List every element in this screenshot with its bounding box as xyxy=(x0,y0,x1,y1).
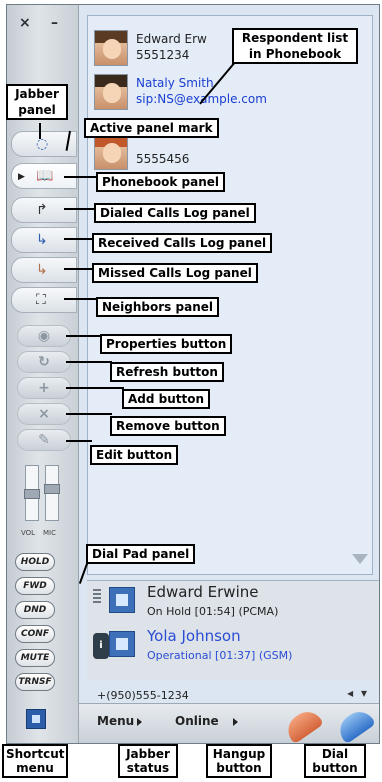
contact-name: Nataly Smith xyxy=(136,76,214,90)
scroll-down-icon[interactable] xyxy=(352,554,368,564)
mic-label: MIC xyxy=(43,529,56,537)
edit-button[interactable]: ✎ xyxy=(17,429,71,451)
phonebook-icon: 📖 xyxy=(36,168,54,184)
respondent-list: Edward Erw 5551234 Nataly Smith sip:NS@e… xyxy=(87,15,373,575)
call-name: Yola Johnson xyxy=(147,627,241,645)
dial-nav-icons[interactable]: ◂ ▾ xyxy=(347,686,369,700)
mic-slider[interactable] xyxy=(44,465,60,521)
callout-received-calls: Received Calls Log panel xyxy=(92,233,273,253)
minimize-icon[interactable]: – xyxy=(51,15,58,31)
callout-neighbors: Neighbors panel xyxy=(96,297,219,317)
transfer-button[interactable]: TRNSF xyxy=(15,673,55,691)
callout-dial: Dial button xyxy=(304,744,366,778)
bottom-bar: Menu Online xyxy=(79,703,379,745)
callout-edit: Edit button xyxy=(90,445,179,465)
avatar xyxy=(94,134,128,170)
tab-dialed-calls[interactable]: ↱ xyxy=(11,197,77,223)
volume-slider-knob[interactable] xyxy=(24,489,40,499)
callout-add: Add button xyxy=(122,389,211,409)
call-name: Edward Erwine xyxy=(147,583,259,601)
forward-button[interactable]: FWD xyxy=(15,577,55,595)
call-item[interactable]: Edward Erwine On Hold [01:54] (PCMA) xyxy=(109,583,369,627)
volume-slider[interactable] xyxy=(24,465,40,521)
contact-number: 5555456 xyxy=(136,152,190,166)
properties-button[interactable]: ◉ xyxy=(17,325,71,347)
hangup-button[interactable] xyxy=(281,705,325,745)
callout-missed-calls: Missed Calls Log panel xyxy=(92,263,258,283)
add-button[interactable]: + xyxy=(17,377,71,399)
dial-number-field[interactable]: +(950)555-1234 xyxy=(97,689,189,702)
dnd-button[interactable]: DND xyxy=(15,601,55,619)
hold-button[interactable]: HOLD xyxy=(15,553,55,571)
jabber-icon: ◌ xyxy=(36,136,49,152)
status-arrow-icon xyxy=(233,718,238,726)
callout-jabber-panel: Jabber panel xyxy=(6,84,68,120)
contact-number: 5551234 xyxy=(136,48,190,62)
call-status: On Hold [01:54] (PCMA) xyxy=(147,605,279,618)
neighbors-icon: ⛶ xyxy=(36,292,46,308)
dial-button[interactable] xyxy=(333,705,377,745)
list-item[interactable]: Nataly Smith sip:NS@example.com xyxy=(94,74,364,114)
avatar xyxy=(94,30,128,66)
call-item[interactable]: Yola Johnson Operational [01:37] (GSM) xyxy=(109,627,369,671)
shortcut-menu-icon[interactable] xyxy=(26,709,46,729)
dialed-calls-icon: ↱ xyxy=(36,202,48,218)
callout-jabber-status: Jabber status xyxy=(118,744,178,778)
callout-active-panel-mark: Active panel mark xyxy=(84,118,219,138)
list-item[interactable]: 5555456 xyxy=(94,134,364,174)
callout-properties: Properties button xyxy=(100,334,233,354)
mic-slider-knob[interactable] xyxy=(44,484,60,494)
tab-received-calls[interactable]: ↳ xyxy=(11,227,77,253)
mute-button[interactable]: MUTE xyxy=(15,649,55,667)
call-status: Operational [01:37] (GSM) xyxy=(147,649,293,662)
avatar xyxy=(94,74,128,110)
info-tab[interactable]: i xyxy=(93,633,109,659)
callout-dialed-calls: Dialed Calls Log panel xyxy=(94,203,256,223)
dial-icon xyxy=(333,705,377,745)
menu-button[interactable]: Menu xyxy=(97,714,134,728)
dial-pad-handle-icon[interactable] xyxy=(93,589,101,605)
active-panel-marker-icon: ▶ xyxy=(18,172,25,182)
callout-respondent-list: Respondent list in Phonebook xyxy=(232,28,358,64)
missed-calls-icon: ↳ xyxy=(36,262,48,278)
refresh-button[interactable]: ↻ xyxy=(17,351,71,373)
jabber-status[interactable]: Online xyxy=(175,714,219,728)
callout-refresh: Refresh button xyxy=(110,362,224,382)
callout-shortcut-menu: Shortcut menu xyxy=(2,744,68,778)
call-line-icon xyxy=(109,587,135,613)
callout-dial-pad: Dial Pad panel xyxy=(86,544,196,564)
tab-neighbors[interactable]: ⛶ xyxy=(11,287,77,313)
received-calls-icon: ↳ xyxy=(36,232,48,248)
calls-panel: i Edward Erwine On Hold [01:54] (PCMA) Y… xyxy=(87,580,379,680)
callout-hangup: Hangup button xyxy=(206,744,272,778)
callout-phonebook-panel: Phonebook panel xyxy=(96,172,225,192)
volume-label: VOL xyxy=(21,529,36,537)
remove-button[interactable]: × xyxy=(17,403,71,425)
close-icon[interactable]: × xyxy=(19,15,31,31)
contact-name: Edward Erw xyxy=(136,32,207,46)
callout-remove: Remove button xyxy=(110,416,226,436)
call-line-icon xyxy=(109,631,135,657)
tab-missed-calls[interactable]: ↳ xyxy=(11,257,77,283)
hangup-icon xyxy=(281,705,325,745)
conference-button[interactable]: CONF xyxy=(15,625,55,643)
menu-arrow-icon xyxy=(137,718,142,726)
